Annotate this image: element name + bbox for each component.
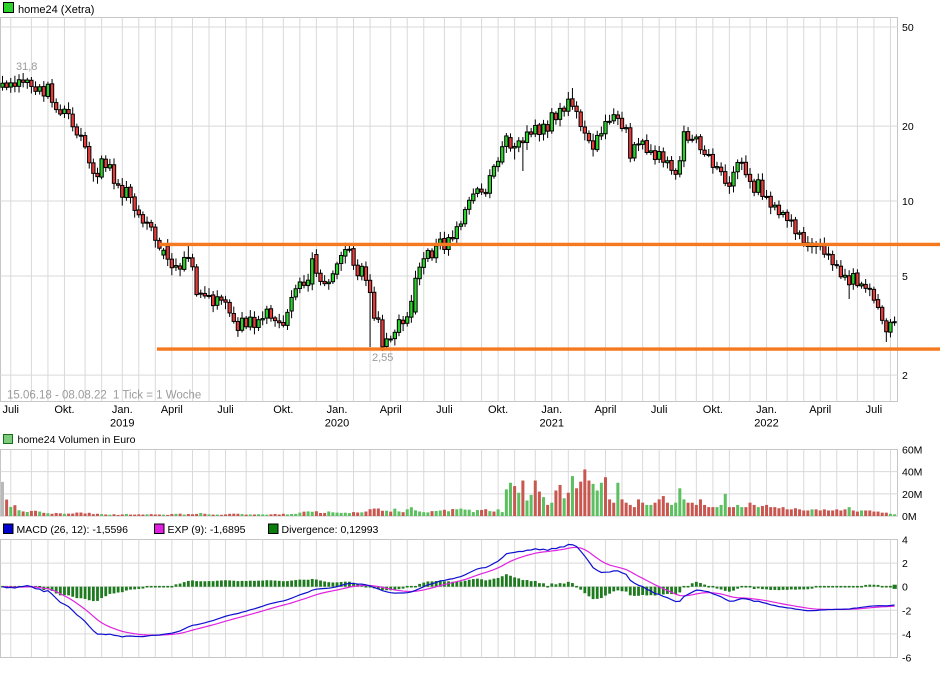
svg-text:1 Tick = 1 Woche: 1 Tick = 1 Woche (113, 390, 201, 402)
svg-text:15.06.18 - 08.08.22: 15.06.18 - 08.08.22 (7, 390, 107, 402)
svg-text:2: 2 (902, 558, 908, 570)
svg-text:Okt.: Okt. (273, 404, 293, 416)
svg-text:2021: 2021 (540, 418, 564, 430)
svg-text:Okt.: Okt. (54, 404, 74, 416)
svg-text:2,55: 2,55 (372, 352, 393, 364)
svg-text:60M: 60M (902, 445, 922, 457)
svg-text:5: 5 (902, 271, 908, 283)
svg-text:Juli: Juli (3, 404, 20, 416)
svg-text:April: April (161, 404, 183, 416)
svg-text:-4: -4 (902, 629, 911, 641)
svg-text:4: 4 (902, 535, 908, 547)
svg-text:Juli: Juli (217, 404, 234, 416)
svg-text:EXP (9): -1,6895: EXP (9): -1,6895 (168, 524, 246, 536)
svg-text:Jan.: Jan. (541, 404, 562, 416)
svg-text:Okt.: Okt. (488, 404, 508, 416)
svg-text:50: 50 (902, 22, 914, 34)
svg-text:0: 0 (902, 582, 908, 594)
svg-text:40M: 40M (902, 467, 922, 479)
svg-text:31,8: 31,8 (16, 61, 37, 73)
svg-text:Juli: Juli (651, 404, 668, 416)
svg-text:Juli: Juli (866, 404, 883, 416)
svg-text:Jan.: Jan. (756, 404, 777, 416)
svg-text:home24 (Xetra): home24 (Xetra) (18, 4, 94, 16)
svg-text:2019: 2019 (110, 418, 134, 430)
svg-text:April: April (594, 404, 616, 416)
svg-text:April: April (809, 404, 831, 416)
svg-text:-2: -2 (902, 605, 911, 617)
svg-text:Divergence: 0,12993: Divergence: 0,12993 (282, 524, 379, 536)
svg-text:2: 2 (902, 370, 908, 382)
svg-text:-6: -6 (902, 653, 911, 665)
svg-text:home24 Volumen in Euro: home24 Volumen in Euro (18, 434, 136, 446)
svg-text:MACD (26, 12): -1,5596: MACD (26, 12): -1,5596 (17, 524, 129, 536)
svg-text:April: April (380, 404, 402, 416)
svg-text:Juli: Juli (436, 404, 453, 416)
svg-text:2020: 2020 (325, 418, 349, 430)
svg-text:0M: 0M (902, 511, 917, 523)
svg-text:20M: 20M (902, 489, 922, 501)
svg-text:Okt.: Okt. (703, 404, 723, 416)
svg-text:Jan.: Jan. (112, 404, 133, 416)
svg-text:2022: 2022 (754, 418, 778, 430)
svg-text:Jan.: Jan. (327, 404, 348, 416)
svg-text:20: 20 (902, 121, 914, 133)
svg-text:10: 10 (902, 196, 914, 208)
